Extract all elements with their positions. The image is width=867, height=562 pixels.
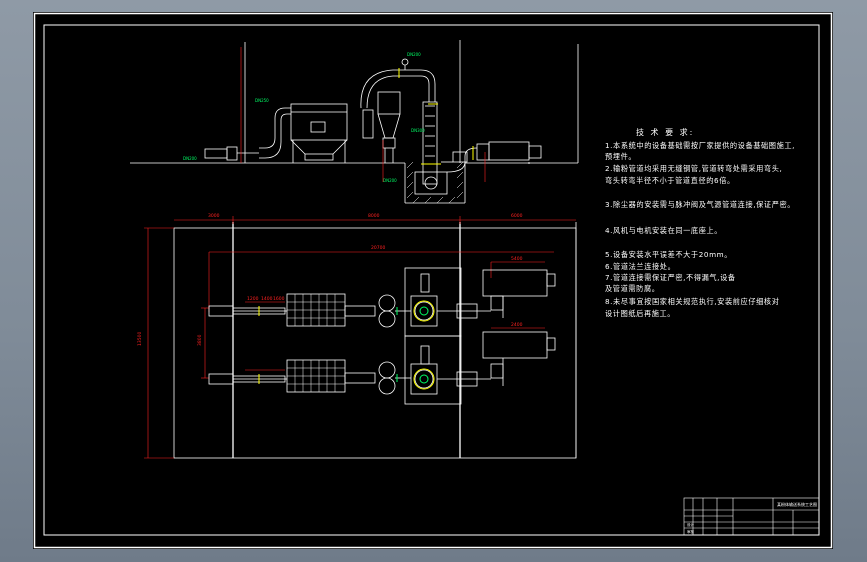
notes-title: 技 术 要 求:	[636, 128, 695, 137]
note-line: 弯头转弯半径不小于管道直径的6倍。	[605, 176, 735, 185]
note-line: 7.管道连接需保证严密,不得漏气,设备	[605, 273, 736, 282]
pipe-label: DN300	[411, 128, 425, 133]
title-row: 审核	[687, 529, 695, 534]
line-2	[208, 331, 556, 405]
note-line: 预埋件。	[605, 152, 637, 161]
dim-text: 1600	[273, 296, 285, 302]
note-line: 1.本系统中的设备基础需按厂家提供的设备基础图施工,	[605, 141, 796, 150]
note-line: 及管道需防腐。	[605, 284, 660, 293]
drawing-name: 某粉体输送系统工艺图	[777, 501, 817, 507]
dim-text: 1400	[261, 296, 273, 302]
dim-text: 5400	[511, 256, 523, 262]
note-line: 设计图纸后再施工。	[605, 309, 676, 318]
elevation-view	[130, 40, 579, 204]
pipe-label: DN200	[183, 156, 197, 161]
note-line: 8.未尽事宜按国家相关规范执行,安装前应仔细核对	[605, 297, 780, 306]
dim-text: 6000	[511, 213, 523, 219]
plan-view: 3000 8000 6000 20700 13500 3800 1200 140…	[137, 213, 577, 459]
dim-text: 8000	[368, 213, 380, 219]
dim-text: 1200	[247, 296, 259, 302]
note-line: 5.设备安装水平误差不大于20mm。	[605, 250, 733, 259]
dim-text: 13500	[137, 332, 143, 346]
dim-text: 2400	[511, 322, 523, 328]
elevation-flanges	[398, 68, 474, 165]
pipe-label: DN200	[407, 52, 421, 57]
pipe-label: DN250	[255, 98, 269, 103]
pipe-label: DN200	[383, 178, 397, 183]
note-line: 4.风机与电机安装在同一底座上。	[605, 226, 723, 235]
note-line: 3.除尘器的安装需与脉冲阀及气源管道连接,保证严密。	[605, 200, 796, 209]
note-line: 6.管道法兰连接处。	[605, 262, 676, 271]
title-row: 设计	[687, 522, 695, 527]
dim-text: 3000	[208, 213, 220, 219]
cad-viewport[interactable]: DN250 DN200 DN300 DN200 DN200 3000 8000 …	[0, 0, 867, 562]
plan-outline	[173, 227, 577, 459]
dim-text: 3800	[197, 334, 203, 346]
dim-text: 20700	[371, 245, 385, 251]
note-line: 2.输粉管道均采用无缝钢管,管道转弯处需采用弯头,	[605, 164, 783, 173]
